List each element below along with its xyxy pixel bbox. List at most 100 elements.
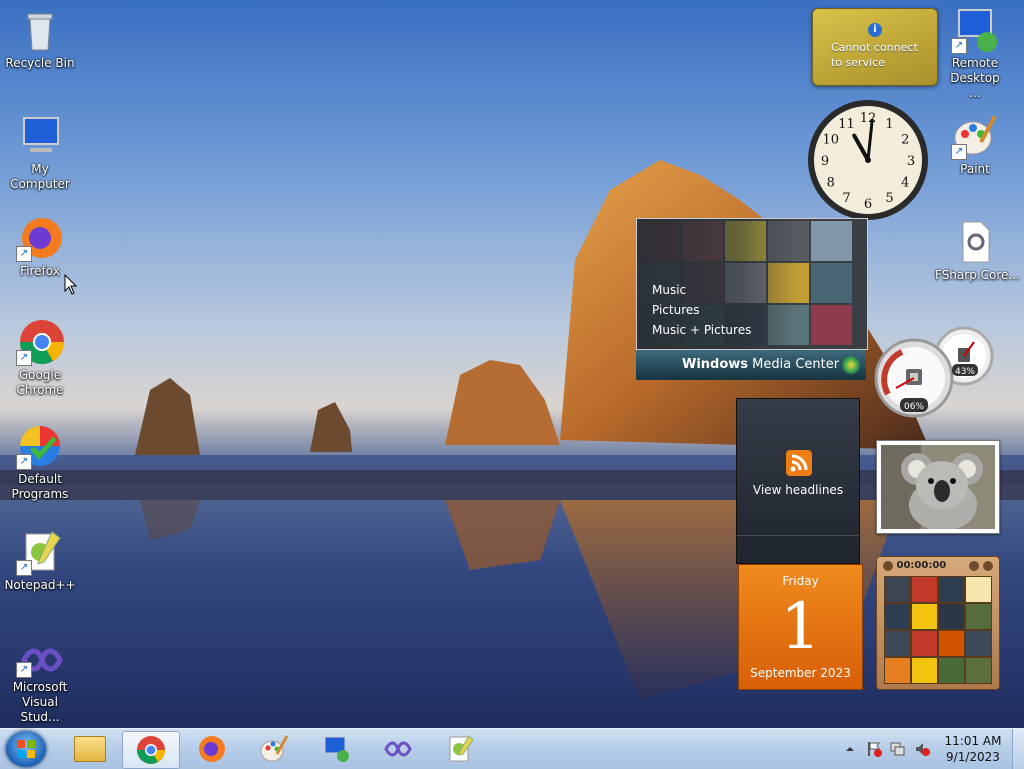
media-center-brand: Media Center: [748, 357, 840, 372]
action-center-icon[interactable]: [866, 741, 882, 757]
chrome-icon: [137, 736, 165, 764]
desktop-icon-default-programs[interactable]: ↗ Default Programs: [0, 422, 80, 502]
desktop-icon-recycle-bin[interactable]: Recycle Bin: [0, 6, 80, 71]
volume-icon[interactable]: [914, 741, 930, 757]
media-center-bar[interactable]: Windows Media Center: [636, 350, 866, 380]
default-programs-icon: ↗: [16, 422, 64, 470]
desktop-icon-fsharp-core[interactable]: FSharp.Core...: [935, 218, 1020, 283]
puzzle-tile[interactable]: [884, 657, 911, 684]
clock-date[interactable]: 9/1/2023: [940, 750, 1006, 764]
cpu-value: 06%: [904, 402, 924, 412]
desktop-icon-firefox[interactable]: ↗ Firefox: [0, 214, 80, 279]
weather-error-text: Cannot connect to service: [831, 41, 918, 69]
media-item-pictures[interactable]: Pictures: [652, 300, 751, 320]
clock-numeral: 4: [901, 176, 909, 191]
show-picture-icon[interactable]: [883, 560, 893, 571]
view-headlines-link[interactable]: View headlines: [737, 483, 859, 497]
puzzle-tile[interactable]: [884, 603, 911, 630]
taskbar-remote-desktop-button[interactable]: [308, 731, 364, 767]
firefox-icon: [199, 736, 225, 762]
taskbar-visual-studio-button[interactable]: [370, 731, 426, 767]
media-item-music[interactable]: Music: [652, 280, 751, 300]
chrome-icon: ↗: [16, 318, 64, 366]
mouse-cursor-icon: [64, 274, 78, 295]
puzzle-tile[interactable]: [965, 657, 992, 684]
clock-time[interactable]: 11:01 AM: [940, 734, 1006, 748]
desktop-icon-notepadpp[interactable]: ↗ Notepad++: [0, 528, 80, 593]
shortcut-arrow-icon: ↗: [951, 38, 967, 54]
clock-numeral: 3: [907, 154, 915, 169]
clock-numeral: 9: [821, 154, 829, 169]
puzzle-tile[interactable]: [938, 630, 965, 657]
calendar-gadget[interactable]: Friday 1 September 2023: [738, 564, 863, 690]
clock-numeral: 12: [860, 111, 877, 126]
help-icon[interactable]: [969, 561, 979, 571]
notepadpp-icon: ↗: [16, 528, 64, 576]
taskbar-paint-button[interactable]: [246, 731, 302, 767]
puzzle-tile[interactable]: [911, 657, 938, 684]
visual-studio-icon: ↗: [16, 642, 64, 678]
slideshow-gadget[interactable]: [876, 440, 1000, 534]
puzzle-tile[interactable]: [965, 630, 992, 657]
desktop-icon-remote-desktop[interactable]: ↗ Remote Desktop ...: [935, 6, 1015, 101]
folder-icon: [74, 736, 106, 762]
paint-icon: ↗: [951, 112, 999, 160]
desktop: Recycle Bin My Computer ↗ Firefox ↗ Goog…: [0, 0, 1024, 728]
computer-icon: [16, 112, 64, 160]
shortcut-arrow-icon: ↗: [16, 560, 32, 576]
show-hidden-icons-button[interactable]: [844, 743, 856, 755]
calendar-weekday: Friday: [782, 574, 819, 588]
solve-icon[interactable]: [983, 561, 993, 571]
shortcut-arrow-icon: ↗: [16, 350, 32, 366]
shortcut-arrow-icon: ↗: [16, 454, 32, 470]
shortcut-arrow-icon: ↗: [16, 246, 32, 262]
puzzle-tile[interactable]: [911, 603, 938, 630]
media-item-music-pictures[interactable]: Music + Pictures: [652, 320, 751, 340]
puzzle-tile[interactable]: [911, 576, 938, 603]
puzzle-timer: 00:00:00: [883, 560, 993, 574]
shortcut-arrow-icon: ↗: [16, 662, 32, 678]
network-icon[interactable]: [890, 741, 906, 757]
start-button[interactable]: [6, 731, 46, 767]
media-center-brand-bold: Windows: [682, 357, 749, 372]
media-center-gadget[interactable]: Music Pictures Music + Pictures Windows …: [636, 218, 868, 382]
taskbar-explorer-button[interactable]: [62, 731, 118, 767]
taskbar-chrome-button[interactable]: [122, 731, 180, 769]
puzzle-tile[interactable]: [911, 630, 938, 657]
taskbar-firefox-button[interactable]: [184, 731, 240, 767]
paint-icon: [260, 735, 289, 762]
clock-numeral: 7: [842, 191, 850, 206]
koala-photo: [881, 445, 995, 529]
picture-puzzle-gadget[interactable]: 00:00:00: [876, 556, 1000, 690]
puzzle-tile[interactable]: [884, 576, 911, 603]
weather-gadget[interactable]: i Cannot connect to service: [812, 8, 938, 86]
puzzle-tile[interactable]: [884, 630, 911, 657]
desktop-icon-paint[interactable]: ↗ Paint: [935, 112, 1015, 177]
memory-value: 43%: [955, 367, 975, 377]
clock-numeral: 6: [864, 197, 872, 212]
file-icon: [951, 218, 999, 266]
taskbar-notepadpp-button[interactable]: [432, 731, 488, 767]
clock-numeral: 11: [838, 117, 855, 132]
clock-gadget[interactable]: 1234567891011 12: [804, 100, 932, 226]
puzzle-tile[interactable]: [938, 603, 965, 630]
puzzle-tile[interactable]: [938, 657, 965, 684]
puzzle-tile[interactable]: [965, 576, 992, 603]
rss-icon: [786, 450, 812, 476]
clock-numeral: 5: [885, 191, 893, 206]
puzzle-tile[interactable]: [938, 576, 965, 603]
clock-numeral: 2: [901, 133, 909, 148]
cpu-meter-gadget[interactable]: 06% 43%: [874, 324, 1002, 420]
desktop-icon-my-computer[interactable]: My Computer: [0, 112, 80, 192]
puzzle-grid[interactable]: [884, 576, 992, 684]
shortcut-arrow-icon: ↗: [951, 144, 967, 160]
show-desktop-button[interactable]: [1012, 729, 1024, 769]
desktop-icon-chrome[interactable]: ↗ Google Chrome: [0, 318, 80, 398]
feed-headlines-gadget[interactable]: View headlines: [736, 398, 860, 564]
firefox-icon: ↗: [16, 214, 64, 262]
puzzle-tile[interactable]: [965, 603, 992, 630]
desktop-icon-visual-studio[interactable]: ↗ Microsoft Visual Stud...: [0, 642, 80, 725]
media-menu: Music Pictures Music + Pictures: [652, 280, 751, 340]
taskbar: 11:01 AM 9/1/2023: [0, 728, 1024, 769]
windows-logo-icon: [842, 356, 860, 374]
